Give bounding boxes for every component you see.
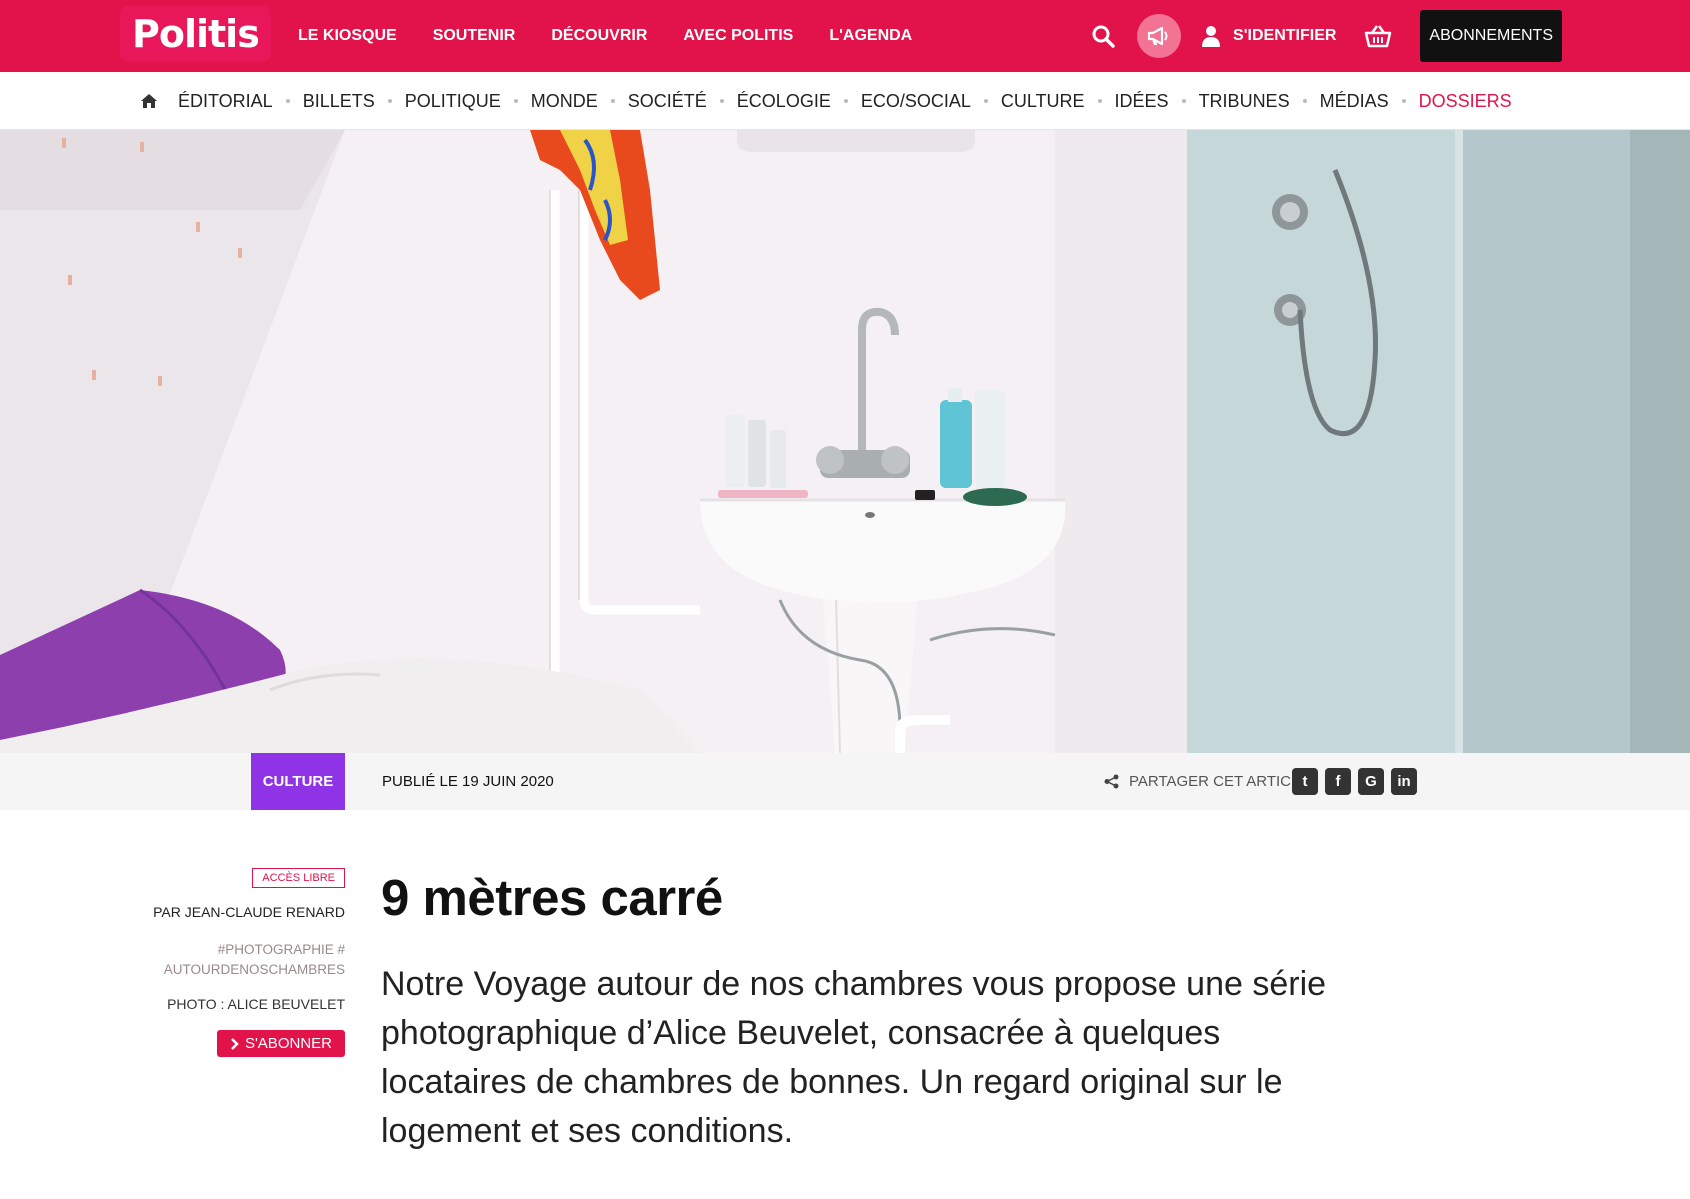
nav-separator bbox=[1097, 99, 1102, 103]
nav-separator bbox=[1302, 99, 1307, 103]
nav-separator bbox=[387, 99, 392, 103]
section-tribunes[interactable]: TRIBUNES bbox=[1199, 91, 1290, 112]
nav-separator bbox=[983, 99, 988, 103]
subscriptions-button[interactable]: ABONNEMENTS bbox=[1420, 10, 1562, 62]
free-access-badge: ACCÈS LIBRE bbox=[252, 868, 345, 888]
section-dossiers[interactable]: DOSSIERS bbox=[1419, 91, 1512, 112]
nav-separator bbox=[1401, 99, 1406, 103]
twitter-icon[interactable]: t bbox=[1292, 768, 1318, 795]
article-title: 9 mètres carré bbox=[381, 869, 723, 926]
linkedin-icon[interactable]: in bbox=[1391, 768, 1417, 795]
user-icon bbox=[1202, 26, 1221, 47]
section-culture[interactable]: CULTURE bbox=[1001, 91, 1085, 112]
section-nav: ÉDITORIAL BILLETS POLITIQUE MONDE SOCIÉT… bbox=[0, 72, 1690, 130]
hero-photo bbox=[0, 130, 1690, 753]
article-meta-bar: CULTURE PUBLIÉ LE 19 JUIN 2020 PARTAGER … bbox=[0, 753, 1690, 810]
share-icon bbox=[1104, 774, 1119, 789]
nav-link-avec-politis[interactable]: AVEC POLITIS bbox=[683, 27, 793, 45]
nav-link-kiosque[interactable]: LE KIOSQUE bbox=[298, 27, 397, 45]
section-monde[interactable]: MONDE bbox=[531, 91, 598, 112]
photo-credit: PHOTO : ALICE BEUVELET bbox=[167, 996, 345, 1012]
subscribe-button[interactable]: S'ABONNER bbox=[216, 1030, 345, 1057]
top-header: Politis LE KIOSQUE SOUTENIR DÉCOUVRIR AV… bbox=[0, 0, 1690, 72]
nav-link-agenda[interactable]: L'AGENDA bbox=[829, 27, 912, 45]
section-idees[interactable]: IDÉES bbox=[1115, 91, 1169, 112]
nav-separator bbox=[285, 99, 290, 103]
nav-separator bbox=[1181, 99, 1186, 103]
share-label: PARTAGER CET ARTICLE bbox=[1104, 753, 1309, 810]
megaphone-icon[interactable] bbox=[1137, 14, 1182, 58]
nav-link-soutenir[interactable]: SOUTENIR bbox=[433, 27, 516, 45]
google-icon[interactable]: G bbox=[1358, 768, 1384, 795]
nav-separator bbox=[719, 99, 724, 103]
facebook-icon[interactable]: f bbox=[1325, 768, 1351, 795]
author-byline[interactable]: PAR JEAN-CLAUDE RENARD bbox=[150, 904, 345, 920]
nav-separator bbox=[843, 99, 848, 103]
tag-list: #PHOTOGRAPHIE # AUTOURDENOSCHAMBRES bbox=[150, 940, 345, 980]
section-ecologie[interactable]: ÉCOLOGIE bbox=[737, 91, 831, 112]
top-actions: S'IDENTIFIER ABONNEMENTS bbox=[1075, 0, 1562, 72]
social-share-buttons: t f G in bbox=[1292, 768, 1424, 795]
publication-date: PUBLIÉ LE 19 JUIN 2020 bbox=[382, 773, 554, 790]
nav-separator bbox=[513, 99, 518, 103]
section-eco-social[interactable]: ECO/SOCIAL bbox=[861, 91, 971, 112]
search-icon[interactable] bbox=[1081, 14, 1125, 58]
top-nav: LE KIOSQUE SOUTENIR DÉCOUVRIR AVEC POLIT… bbox=[280, 0, 930, 72]
tag-photographie[interactable]: #PHOTOGRAPHIE # bbox=[218, 942, 345, 957]
share-text: PARTAGER CET ARTICLE bbox=[1129, 773, 1310, 790]
section-billets[interactable]: BILLETS bbox=[303, 91, 375, 112]
nav-link-decouvrir[interactable]: DÉCOUVRIR bbox=[551, 27, 647, 45]
subscribe-label: S'ABONNER bbox=[244, 1035, 332, 1052]
chevron-right-icon bbox=[231, 1037, 239, 1050]
login-button[interactable]: S'IDENTIFIER bbox=[1201, 25, 1336, 47]
section-editorial[interactable]: ÉDITORIAL bbox=[178, 91, 273, 112]
nav-separator bbox=[610, 99, 615, 103]
article-lead: Notre Voyage autour de nos chambres vous… bbox=[381, 965, 1327, 1150]
category-badge[interactable]: CULTURE bbox=[251, 753, 345, 810]
basket-icon[interactable] bbox=[1356, 14, 1400, 58]
section-politique[interactable]: POLITIQUE bbox=[405, 91, 501, 112]
article-sidebar: ACCÈS LIBRE PAR JEAN-CLAUDE RENARD #PHOT… bbox=[150, 868, 345, 1057]
section-medias[interactable]: MÉDIAS bbox=[1320, 91, 1389, 112]
section-societe[interactable]: SOCIÉTÉ bbox=[628, 91, 707, 112]
login-label: S'IDENTIFIER bbox=[1233, 27, 1337, 44]
home-icon[interactable] bbox=[140, 93, 158, 109]
site-logo[interactable]: Politis bbox=[120, 6, 271, 62]
tag-autourdenoschambres[interactable]: AUTOURDENOSCHAMBRES bbox=[164, 962, 345, 977]
